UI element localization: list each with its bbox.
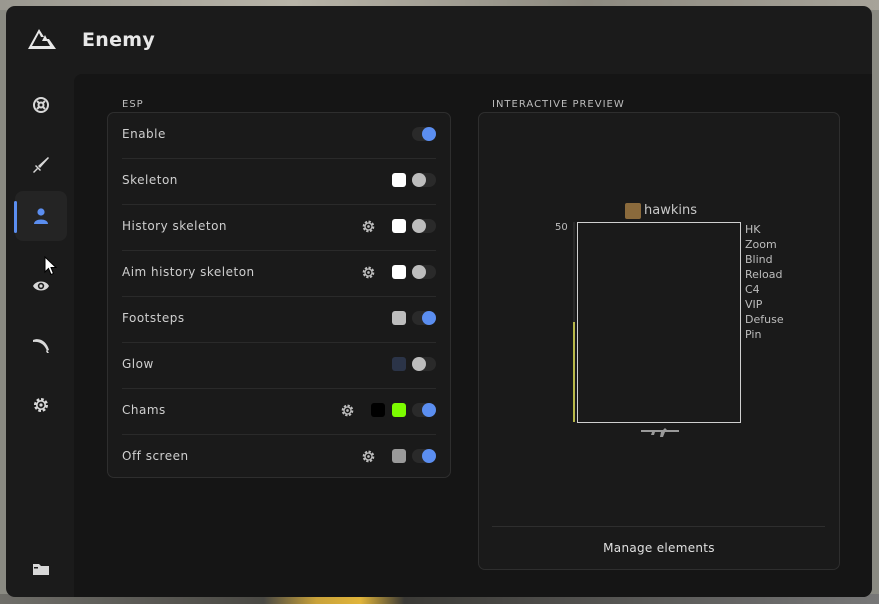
main-content: ESP Enable Skeleton History skeleton Aim… [74, 74, 872, 597]
flag-c4: C4 [745, 283, 760, 296]
app-window: Enemy ESP Enable Skeleton History skelet… [6, 6, 872, 597]
row-label: Footsteps [122, 311, 185, 325]
off-screen-toggle[interactable] [412, 449, 436, 463]
title-bar: Enemy [6, 6, 872, 74]
row-label: Aim history skeleton [122, 265, 255, 279]
sidebar-item-visuals[interactable] [15, 261, 67, 311]
history-skeleton-color-swatch[interactable] [392, 219, 406, 233]
sidebar-item-settings[interactable] [15, 380, 67, 430]
row-label: Enable [122, 127, 166, 141]
sidebar-item-configs[interactable] [15, 544, 67, 594]
target-icon [33, 97, 49, 113]
row-label: Chams [122, 403, 166, 417]
sidebar-item-skins[interactable] [15, 320, 67, 370]
aim-history-skeleton-toggle[interactable] [412, 265, 436, 279]
esp-row-enable: Enable [122, 113, 436, 159]
gear-icon [34, 398, 48, 412]
esp-row-aim-history-skeleton: Aim history skeleton [122, 251, 436, 297]
preview-health-bar[interactable] [573, 222, 575, 422]
health-bar-fill [573, 322, 575, 422]
preview-health-value[interactable]: 50 [555, 222, 568, 233]
weapon-rifle-icon[interactable] [641, 426, 679, 438]
glow-toggle[interactable] [412, 357, 436, 371]
flag-hk: HK [745, 223, 761, 236]
glow-color-swatch[interactable] [392, 357, 406, 371]
row-label: Skeleton [122, 173, 178, 187]
user-icon [34, 208, 48, 224]
esp-row-chams: Chams [122, 389, 436, 435]
chams-settings-icon[interactable] [340, 403, 355, 418]
rank-badge-icon [625, 203, 641, 219]
chams-primary-color-swatch[interactable] [371, 403, 385, 417]
sidebar-item-aimbot[interactable] [15, 80, 67, 130]
esp-row-history-skeleton: History skeleton [122, 205, 436, 251]
mouse-cursor-icon [44, 256, 58, 276]
interactive-preview-panel: hawkins 50 HK Zoom Blind Reload C4 VIP D… [478, 112, 840, 570]
skeleton-color-swatch[interactable] [392, 173, 406, 187]
chams-toggle[interactable] [412, 403, 436, 417]
sword-icon [33, 157, 49, 173]
flag-vip: VIP [745, 298, 763, 311]
chams-secondary-color-swatch[interactable] [392, 403, 406, 417]
sidebar-item-weapons[interactable] [15, 140, 67, 190]
off-screen-color-swatch[interactable] [392, 449, 406, 463]
preview-player-name[interactable]: hawkins [644, 203, 697, 218]
footsteps-toggle[interactable] [412, 311, 436, 325]
esp-row-footsteps: Footsteps [122, 297, 436, 343]
flag-pin: Pin [745, 328, 762, 341]
esp-panel: Enable Skeleton History skeleton Aim his… [107, 112, 451, 478]
esp-row-off-screen: Off screen [122, 435, 436, 480]
esp-row-skeleton: Skeleton [122, 159, 436, 205]
row-label: Glow [122, 357, 154, 371]
history-skeleton-toggle[interactable] [412, 219, 436, 233]
flag-reload: Reload [745, 268, 783, 281]
row-label: Off screen [122, 449, 189, 463]
flag-blind: Blind [745, 253, 773, 266]
esp-row-glow: Glow [122, 343, 436, 389]
aim-history-skeleton-settings-icon[interactable] [361, 265, 376, 280]
preview-bounding-box[interactable] [577, 222, 741, 423]
aim-history-skeleton-color-swatch[interactable] [392, 265, 406, 279]
eye-icon [33, 281, 49, 291]
sidebar-item-enemy[interactable] [15, 191, 67, 241]
history-skeleton-settings-icon[interactable] [361, 219, 376, 234]
folder-icon [33, 564, 49, 575]
row-label: History skeleton [122, 219, 228, 233]
flag-zoom: Zoom [745, 238, 777, 251]
active-indicator [14, 201, 17, 233]
manage-elements-button[interactable]: Manage elements [479, 527, 839, 568]
off-screen-settings-icon[interactable] [361, 449, 376, 464]
preview-flags[interactable]: HK Zoom Blind Reload C4 VIP Defuse Pin [745, 222, 784, 342]
flag-defuse: Defuse [745, 313, 784, 326]
preview-section-label: INTERACTIVE PREVIEW [492, 99, 625, 110]
knife-icon [33, 339, 49, 353]
footsteps-color-swatch[interactable] [392, 311, 406, 325]
esp-section-label: ESP [122, 99, 144, 110]
app-logo-icon [28, 29, 56, 49]
enable-toggle[interactable] [412, 127, 436, 141]
window-title: Enemy [82, 29, 156, 51]
sidebar [6, 74, 74, 597]
skeleton-toggle[interactable] [412, 173, 436, 187]
